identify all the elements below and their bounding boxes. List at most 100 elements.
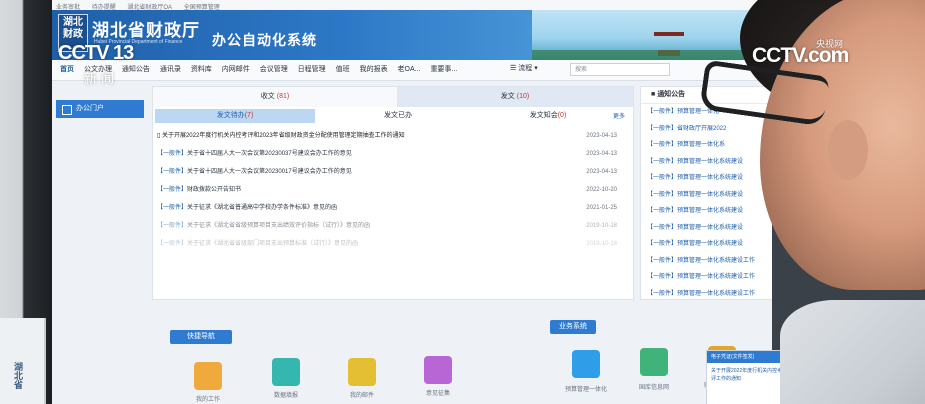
doc-date: 2023-04-13 bbox=[586, 133, 617, 139]
person-ear bbox=[828, 120, 868, 180]
nav-library[interactable]: 资料库 bbox=[191, 60, 212, 80]
notice-panel: ■ 通知公告 【一般件】预算管理一体化 【一般件】省财政厅开展2022 【一般件… bbox=[640, 86, 772, 300]
list-item[interactable]: 【一般件】关于省十四届人大一次会议第20230017号建议会办工作的意见 202… bbox=[157, 163, 627, 181]
top-nav: 首页 公文办理 通知公告 通讯录 资料库 内网邮件 会议管理 日程管理 值班 我… bbox=[52, 60, 772, 81]
browser-tab-strip: 业务审批 待办提醒 湖北省财政厅OA 全国预算管理 bbox=[52, 0, 772, 10]
list-item[interactable]: 【一般件】关于征求《湖北省普通高中学校办学条件标准》意见的函 2021-01-2… bbox=[157, 199, 627, 217]
doc-tag: 【一般件】 bbox=[157, 241, 188, 247]
subtab-label: 发文待办 bbox=[216, 112, 245, 119]
chevron-down-icon: ▾ bbox=[534, 65, 538, 72]
business-item-label: 国库信息网 bbox=[638, 385, 669, 391]
tab-label: 发文 bbox=[500, 93, 515, 100]
doc-subtabs: 发文待办(7) 发文已办 发文知会(0) 更多 bbox=[153, 109, 633, 123]
doc-date: 2019-10-18 bbox=[586, 241, 617, 247]
tab-outgoing[interactable]: 发文 (10) bbox=[397, 87, 633, 107]
notice-item[interactable]: 【一般件】预算管理一体化系统建设工作 bbox=[641, 253, 772, 270]
doc-title: 关于征求《湖北省省级部门项目支出预算标准（试行）》意见的函 bbox=[187, 241, 359, 247]
doc-tag: 【一般件】 bbox=[157, 169, 188, 175]
doc-date: 2023-04-13 bbox=[586, 169, 617, 175]
subtab-cc[interactable]: 发文知会(0) bbox=[473, 109, 623, 123]
floating-panel-item[interactable]: 关于开展2022年度行机关内控考评工作的通知 bbox=[707, 363, 787, 387]
notice-title-text: 通知公告 bbox=[657, 91, 686, 98]
business-system-label: 业务系统 bbox=[550, 320, 596, 334]
notice-item[interactable]: 【一般件】预算管理一体化系 bbox=[641, 137, 772, 154]
monitor-screen: 业务审批 待办提醒 湖北省财政厅OA 全国预算管理 湖北财政 湖北省财政厅 Hu… bbox=[52, 0, 772, 404]
browser-tab[interactable]: 全国预算管理 bbox=[184, 2, 220, 10]
list-item[interactable]: 【一般件】关于征求《湖北省省级部门项目支出预算标准（试行）》意见的函 2019-… bbox=[157, 235, 627, 253]
org-name: 湖北省财政厅 bbox=[92, 21, 200, 40]
document-list: ▯ 关于开展2022年度行机关内控考评和2023年省级财政资金分配使用管理定期抽… bbox=[157, 127, 627, 253]
nav-schedule[interactable]: 日程管理 bbox=[298, 60, 326, 80]
subtab-count: (7) bbox=[244, 112, 254, 119]
tab-label: 收文 bbox=[260, 93, 275, 100]
subtab-count: (0) bbox=[557, 112, 567, 119]
work-icon[interactable] bbox=[194, 362, 222, 390]
nav-contacts[interactable]: 通讯录 bbox=[160, 60, 181, 80]
quick-item-label: 意见征集 bbox=[425, 391, 450, 397]
notice-item[interactable]: 【一般件】预算管理一体化系统建设 bbox=[641, 203, 772, 220]
edit-icon[interactable] bbox=[424, 356, 452, 384]
doc-date: 2019-10-18 bbox=[586, 223, 617, 229]
business-item-label: 预算管理一体化 bbox=[564, 387, 607, 393]
doc-title: 关于征求《湖北省普通高中学校办学条件标准》意见的函 bbox=[187, 205, 338, 211]
form-icon[interactable] bbox=[272, 358, 300, 386]
notice-item[interactable]: 【一般件】省财政厅开展2022 bbox=[641, 121, 772, 138]
quick-item-label: 我的邮件 bbox=[349, 393, 374, 399]
doc-date: 2022-10-20 bbox=[586, 187, 617, 193]
notice-item[interactable]: 【一般件】预算管理一体化系统建设工作 bbox=[641, 269, 772, 286]
notice-item[interactable]: 【一般件】预算管理一体化系统建设 bbox=[641, 170, 772, 187]
nav-mail[interactable]: 内网邮件 bbox=[222, 60, 250, 80]
budget-system-icon[interactable] bbox=[572, 350, 600, 378]
quick-nav-label: 快捷导航 bbox=[170, 330, 232, 344]
doc-tag: 【一般件】 bbox=[157, 223, 188, 229]
browser-tab[interactable]: 业务审批 bbox=[56, 2, 80, 10]
sidebar-item-portal[interactable]: 办公门户 bbox=[56, 100, 144, 118]
list-item[interactable]: 【一般件】关于省十四届人大一次会议第20230037号建议会办工作的意见 202… bbox=[157, 145, 627, 163]
more-link[interactable]: 更多 bbox=[613, 111, 625, 120]
tab-count: (81) bbox=[276, 93, 290, 100]
notice-item[interactable]: 【一般件】预算管理一体化系统建设 bbox=[641, 236, 772, 253]
list-item[interactable]: ▯ 关于开展2022年度行机关内控考评和2023年省级财政资金分配使用管理定期抽… bbox=[157, 127, 627, 145]
list-item[interactable]: 【一般件】财政拨款公开告知书 2022-10-20 bbox=[157, 181, 627, 199]
nav-important[interactable]: 重要事... bbox=[430, 60, 457, 80]
document-panel: 收文 (81) 发文 (10) 发文待办(7) 发文已办 发文知会(0) 更多 … bbox=[152, 86, 634, 300]
header-scenery bbox=[532, 10, 772, 60]
subtab-label: 发文已办 bbox=[384, 112, 412, 119]
notice-item[interactable]: 【一般件】预算管理一体化系统建设 bbox=[641, 154, 772, 171]
doc-title: 关于征求《湖北省省级预算项目支出绩效评价指标（试行）》意见的函 bbox=[187, 223, 371, 229]
browser-tab[interactable]: 待办提醒 bbox=[92, 2, 116, 10]
nav-old-oa[interactable]: 老OA... bbox=[398, 60, 421, 80]
portal-icon bbox=[62, 105, 72, 115]
quick-item-label: 数据填报 bbox=[273, 393, 298, 399]
notice-item[interactable]: 【一般件】预算管理一体化系统建设 bbox=[641, 187, 772, 204]
notice-item[interactable]: 【一般件】预算管理一体化系统建设工作 bbox=[641, 286, 772, 303]
doc-tag: 【一般件】 bbox=[157, 151, 188, 157]
doc-date: 2021-01-25 bbox=[586, 205, 617, 211]
nav-meetings[interactable]: 会议管理 bbox=[260, 60, 288, 80]
subtab-label: 发文知会 bbox=[529, 112, 558, 119]
nav-duty[interactable]: 值班 bbox=[336, 60, 350, 80]
list-item[interactable]: 【一般件】关于征求《湖北省省级预算项目支出绩效评价指标（试行）》意见的函 201… bbox=[157, 217, 627, 235]
treasury-icon[interactable] bbox=[640, 348, 668, 376]
tab-count: (10) bbox=[516, 93, 530, 100]
doc-title: 关于开展2022年度行机关内控考评和2023年省级财政资金分配使用管理定期抽查工… bbox=[161, 133, 405, 139]
browser-tab[interactable]: 湖北省财政厅OA bbox=[127, 2, 172, 10]
subtab-done[interactable]: 发文已办 bbox=[323, 109, 473, 123]
nav-reports[interactable]: 我的报表 bbox=[360, 60, 388, 80]
quick-item-label: 我的工作 bbox=[195, 397, 220, 403]
search-input[interactable]: 搜索 bbox=[570, 63, 670, 76]
subtab-pending[interactable]: 发文待办(7) bbox=[155, 109, 315, 123]
flow-dropdown[interactable]: ☰ 流程 ▾ bbox=[510, 63, 538, 73]
cctv-com-logo: CCTV.com bbox=[752, 44, 849, 67]
tab-incoming[interactable]: 收文 (81) bbox=[153, 87, 397, 107]
doc-title: 财政拨款公开告知书 bbox=[187, 187, 242, 193]
system-name: 办公自动化系统 bbox=[212, 32, 317, 48]
video-frame: 湖北省 业务审批 待办提醒 湖北省财政厅OA 全国预算管理 湖北财政 湖北省财政… bbox=[0, 0, 925, 404]
sidebar-item-label: 办公门户 bbox=[76, 105, 104, 112]
floating-panel: 电子凭证(文件签发) 关于开展2022年度行机关内控考评工作的通知 bbox=[706, 350, 788, 404]
doc-title: 关于省十四届人大一次会议第20230037号建议会办工作的意见 bbox=[187, 151, 352, 157]
person-shirt bbox=[780, 300, 925, 404]
mail-icon[interactable] bbox=[348, 358, 376, 386]
notice-item[interactable]: 【一般件】预算管理一体化系统建设 bbox=[641, 220, 772, 237]
cctv-news-label: 新闻 bbox=[84, 71, 119, 86]
